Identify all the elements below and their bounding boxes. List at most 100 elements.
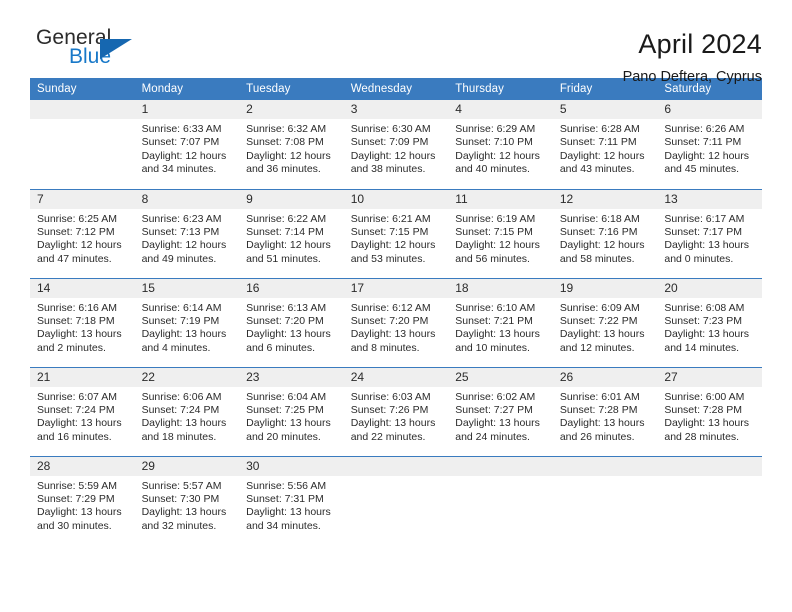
day-info-daylight-2-line: and 36 minutes. (246, 163, 321, 176)
day-info: Sunrise: 6:32 AM Sunset: 7:08 PM Daylight:… (239, 119, 344, 177)
calendar-day-cell[interactable]: 30 Sunrise: 5:56 AM Sunset: 7:31 PM Dayligh… (239, 455, 344, 545)
calendar-day-cell[interactable]: 28 Sunrise: 5:59 AM Sunset: 7:29 PM Dayligh… (30, 455, 135, 545)
calendar-day-cell[interactable]: 21 Sunrise: 6:07 AM Sunset: 7:24 PM Dayligh… (30, 366, 135, 456)
day-info-sunrise-line: Sunrise: 6:00 AM (664, 390, 745, 403)
day-info-daylight-2-line: and 51 minutes. (246, 252, 321, 265)
calendar-day-cell[interactable]: 3 Sunrise: 6:30 AM Sunset: 7:09 PM Daylight… (343, 100, 449, 189)
calendar-day-cell[interactable]: 8 Sunrise: 6:23 AM Sunset: 7:13 PM Daylight… (134, 188, 240, 278)
day-info-daylight-2-line: and 34 minutes. (246, 519, 321, 532)
day-info-sunrise-line: Sunrise: 6:08 AM (664, 301, 745, 314)
calendar-day-cell[interactable]: 7 Sunrise: 6:25 AM Sunset: 7:12 PM Daylight… (30, 188, 135, 278)
day-info-daylight-1-line: Daylight: 12 hours (141, 149, 227, 162)
day-info-daylight-1-line: Daylight: 12 hours (350, 239, 436, 252)
day-info-sunrise-line: Sunrise: 6:28 AM (559, 123, 640, 135)
day-info-sunset-line: Sunset: 7:26 PM (350, 403, 429, 416)
brand-logo[interactable]: General Blue (30, 26, 170, 78)
day-info-sunrise-line: Sunrise: 6:06 AM (141, 390, 222, 403)
calendar-day-cell[interactable]: 22 Sunrise: 6:06 AM Sunset: 7:24 PM Dayligh… (134, 366, 240, 456)
day-info-sunrise-line: Sunrise: 6:02 AM (455, 390, 536, 403)
day-info-sunrise-line: Sunrise: 6:17 AM (664, 212, 745, 225)
day-info: Sunrise: 6:13 AM Sunset: 7:20 PM Daylight:… (239, 298, 344, 356)
day-number (343, 456, 449, 476)
calendar-day-cell[interactable]: 11 Sunrise: 6:19 AM Sunset: 7:15 PM Dayligh… (448, 188, 553, 278)
day-info-sunrise-line: Sunrise: 6:22 AM (246, 212, 327, 225)
day-info-sunset-line: Sunset: 7:22 PM (559, 314, 638, 327)
day-number: 4 (448, 100, 553, 119)
day-info-daylight-2-line: and 4 minutes. (141, 341, 211, 354)
calendar-body: 1 Sunrise: 6:33 AM Sunset: 7:07 PM Daylight… (30, 100, 762, 545)
day-number: 30 (239, 456, 344, 476)
calendar-day-cell[interactable]: 25 Sunrise: 6:02 AM Sunset: 7:27 PM Dayligh… (448, 366, 553, 456)
day-number: 9 (239, 189, 344, 209)
calendar-day-cell[interactable]: 15 Sunrise: 6:14 AM Sunset: 7:19 PM Dayligh… (134, 277, 240, 367)
calendar-day-cell[interactable]: 27 Sunrise: 6:00 AM Sunset: 7:28 PM Dayligh… (657, 366, 762, 456)
day-info-sunrise-line: Sunrise: 6:10 AM (455, 301, 536, 314)
calendar-day-cell[interactable]: 4 Sunrise: 6:29 AM Sunset: 7:10 PM Daylight… (448, 100, 553, 189)
day-number: 21 (30, 367, 135, 387)
day-info-daylight-2-line: and 30 minutes. (37, 519, 112, 532)
day-info-daylight-2-line: and 18 minutes. (141, 430, 217, 443)
day-info-daylight-1-line: Daylight: 12 hours (455, 239, 540, 252)
day-info: Sunrise: 6:18 AM Sunset: 7:16 PM Daylight:… (553, 209, 658, 267)
calendar-day-cell[interactable]: 2 Sunrise: 6:32 AM Sunset: 7:08 PM Daylight… (239, 100, 344, 189)
day-info-daylight-1-line: Daylight: 13 hours (37, 506, 122, 519)
calendar-day-cell[interactable]: 26 Sunrise: 6:01 AM Sunset: 7:28 PM Dayligh… (552, 366, 658, 456)
day-info: Sunrise: 6:16 AM Sunset: 7:18 PM Daylight:… (30, 298, 135, 356)
day-info-sunrise-line: Sunrise: 6:30 AM (350, 123, 431, 135)
weekday-header-wednesday: Wednesday (343, 78, 449, 100)
day-info: Sunrise: 6:12 AM Sunset: 7:20 PM Daylight:… (344, 298, 449, 356)
calendar-day-cell[interactable]: 18 Sunrise: 6:10 AM Sunset: 7:21 PM Dayligh… (448, 277, 553, 367)
calendar-cell-empty (552, 455, 658, 545)
day-number: 7 (30, 189, 135, 209)
day-number: 25 (448, 367, 553, 387)
day-info-daylight-1-line: Daylight: 13 hours (559, 328, 645, 341)
calendar-day-cell[interactable]: 14 Sunrise: 6:16 AM Sunset: 7:18 PM Dayligh… (30, 277, 135, 367)
calendar-day-cell[interactable]: 19 Sunrise: 6:09 AM Sunset: 7:22 PM Dayligh… (552, 277, 658, 367)
calendar-day-cell[interactable]: 10 Sunrise: 6:21 AM Sunset: 7:15 PM Dayligh… (343, 188, 449, 278)
day-info-sunset-line: Sunset: 7:11 PM (559, 136, 637, 149)
day-info-daylight-2-line: and 28 minutes. (664, 430, 740, 443)
day-number: 16 (239, 278, 344, 298)
calendar-day-cell[interactable]: 9 Sunrise: 6:22 AM Sunset: 7:14 PM Daylight… (239, 188, 344, 278)
day-info-daylight-1-line: Daylight: 12 hours (141, 239, 227, 252)
day-number: 2 (239, 100, 344, 119)
day-info-daylight-2-line: and 49 minutes. (141, 252, 217, 265)
day-info-sunset-line: Sunset: 7:14 PM (246, 225, 324, 238)
day-info-sunset-line: Sunset: 7:11 PM (664, 136, 742, 149)
calendar-day-cell[interactable]: 24 Sunrise: 6:03 AM Sunset: 7:26 PM Dayligh… (343, 366, 449, 456)
day-info: Sunrise: 6:26 AM Sunset: 7:11 PM Daylight:… (657, 119, 762, 177)
day-info: Sunrise: 6:10 AM Sunset: 7:21 PM Daylight:… (448, 298, 553, 356)
day-info: Sunrise: 6:14 AM Sunset: 7:19 PM Daylight:… (135, 298, 240, 356)
day-info-daylight-2-line: and 22 minutes. (350, 430, 426, 443)
day-info-sunset-line: Sunset: 7:18 PM (37, 314, 115, 327)
day-number: 18 (448, 278, 553, 298)
day-info-daylight-1-line: Daylight: 13 hours (664, 239, 750, 252)
day-info-sunset-line: Sunset: 7:29 PM (37, 492, 115, 505)
day-info-daylight-2-line: and 34 minutes. (141, 163, 217, 176)
day-info-sunset-line: Sunset: 7:08 PM (246, 136, 324, 149)
calendar-day-cell[interactable]: 16 Sunrise: 6:13 AM Sunset: 7:20 PM Dayligh… (239, 277, 344, 367)
day-info: Sunrise: 6:09 AM Sunset: 7:22 PM Daylight:… (553, 298, 658, 356)
day-info-daylight-2-line: and 32 minutes. (141, 519, 217, 532)
day-info-sunset-line: Sunset: 7:12 PM (37, 225, 115, 238)
calendar-day-cell[interactable]: 17 Sunrise: 6:12 AM Sunset: 7:20 PM Dayligh… (343, 277, 449, 367)
day-info: Sunrise: 6:07 AM Sunset: 7:24 PM Daylight:… (30, 387, 135, 445)
weekday-header-sunday: Sunday (30, 78, 135, 100)
triangle-icon (100, 39, 132, 59)
day-info-sunrise-line: Sunrise: 6:33 AM (141, 123, 222, 135)
day-info-sunrise-line: Sunrise: 5:56 AM (246, 479, 327, 492)
calendar-day-cell[interactable]: 20 Sunrise: 6:08 AM Sunset: 7:23 PM Dayligh… (657, 277, 762, 367)
day-info-daylight-2-line: and 40 minutes. (455, 163, 530, 176)
calendar-day-cell[interactable]: 5 Sunrise: 6:28 AM Sunset: 7:11 PM Daylight… (552, 100, 658, 189)
calendar-day-cell[interactable]: 6 Sunrise: 6:26 AM Sunset: 7:11 PM Daylight… (657, 100, 762, 189)
calendar-day-cell[interactable]: 13 Sunrise: 6:17 AM Sunset: 7:17 PM Dayligh… (657, 188, 762, 278)
calendar-day-cell[interactable]: 12 Sunrise: 6:18 AM Sunset: 7:16 PM Dayligh… (552, 188, 658, 278)
calendar-day-cell[interactable]: 29 Sunrise: 5:57 AM Sunset: 7:30 PM Dayligh… (134, 455, 240, 545)
calendar-day-cell[interactable]: 1 Sunrise: 6:33 AM Sunset: 7:07 PM Daylight… (134, 100, 240, 189)
day-info-daylight-1-line: Daylight: 13 hours (141, 328, 227, 341)
day-info-daylight-1-line: Daylight: 12 hours (37, 239, 122, 252)
day-info-daylight-2-line: and 12 minutes. (559, 341, 635, 354)
calendar-day-cell[interactable]: 23 Sunrise: 6:04 AM Sunset: 7:25 PM Dayligh… (239, 366, 344, 456)
day-info-sunrise-line: Sunrise: 6:13 AM (246, 301, 327, 314)
weekday-header-thursday: Thursday (448, 78, 553, 100)
